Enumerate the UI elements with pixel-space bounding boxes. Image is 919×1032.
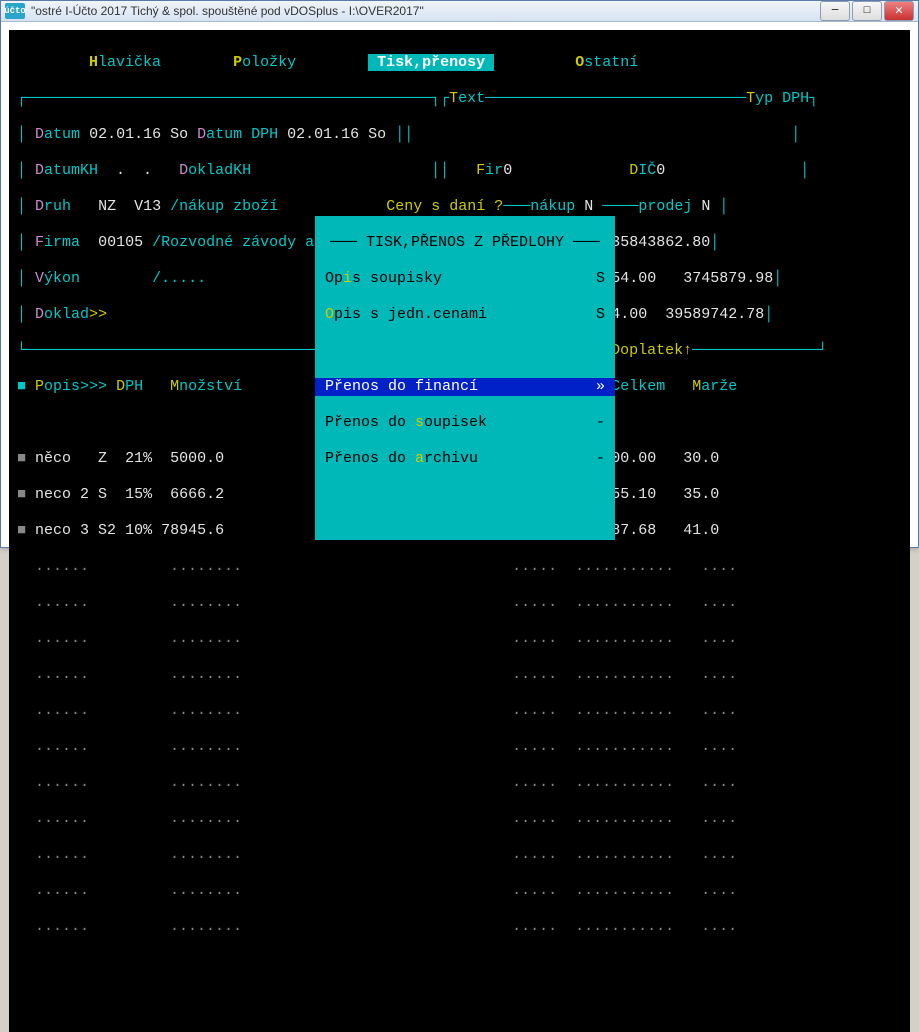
empty-row: ...... ........ ..... ........... .... [17, 630, 902, 648]
line-datum: │ Datum 02.01.16 So Datum DPH 02.01.16 S… [17, 126, 902, 144]
popup-item-opis-soupisky[interactable]: Opis soupiskyS [315, 270, 615, 288]
popup-item-prenos-soupisek[interactable]: Přenos do soupisek- [315, 414, 615, 432]
popup-item-prenos-archivu[interactable]: Přenos do archivu- [315, 450, 615, 468]
tab-hlavicka[interactable]: Hlavička [89, 54, 161, 71]
window-title: "ostré I-Účto 2017 Tichý & spol. spouště… [31, 4, 820, 18]
empty-row: ...... ........ ..... ........... .... [17, 774, 902, 792]
empty-row: ...... ........ ..... ........... .... [17, 594, 902, 612]
popup-item-prenos-financi[interactable]: Přenos do financí» [315, 378, 615, 396]
popup-item-opis-cenami[interactable]: Opis s jedn.cenamiS [315, 306, 615, 324]
empty-row: ...... ........ ..... ........... .... [17, 810, 902, 828]
close-button[interactable]: ✕ [884, 1, 914, 21]
empty-row: ...... ........ ..... ........... .... [17, 738, 902, 756]
empty-row: ...... ........ ..... ........... .... [17, 666, 902, 684]
line-druh: │ Druh NZ V13 /nákup zboží Ceny s daní ?… [17, 198, 902, 216]
tab-bar: Hlavička Položky Tisk,přenosy Ostatní [17, 54, 902, 72]
popup-title: ─── TISK,PŘENOS Z PŘEDLOHY ─── [315, 234, 615, 252]
empty-row: ...... ........ ..... ........... .... [17, 882, 902, 900]
box-top: ┌───────────────────────────────────────… [17, 90, 902, 108]
app-icon: účto [5, 3, 25, 19]
app-window: účto "ostré I-Účto 2017 Tichý & spol. sp… [0, 0, 919, 548]
popup-menu: ─── TISK,PŘENOS Z PŘEDLOHY ─── Opis soup… [315, 216, 615, 540]
tab-polozky[interactable]: Položky [233, 54, 296, 71]
line-datumkh: │ DatumKH . . DokladKH ││ Fir0 DIČ0 │ [17, 162, 902, 180]
minimize-button[interactable]: ─ [820, 1, 850, 21]
tab-tisk-prenosy[interactable]: Tisk,přenosy [368, 54, 494, 71]
tab-ostatni[interactable]: Ostatní [575, 54, 638, 71]
empty-row: ...... ........ ..... ........... .... [17, 558, 902, 576]
maximize-button[interactable]: □ [852, 1, 882, 21]
empty-row: ...... ........ ..... ........... .... [17, 702, 902, 720]
empty-row: ...... ........ ..... ........... .... [17, 846, 902, 864]
terminal: Hlavička Položky Tisk,přenosy Ostatní ┌─… [9, 30, 910, 1032]
empty-row: ...... ........ ..... ........... .... [17, 918, 902, 936]
titlebar[interactable]: účto "ostré I-Účto 2017 Tichý & spol. sp… [1, 1, 918, 22]
